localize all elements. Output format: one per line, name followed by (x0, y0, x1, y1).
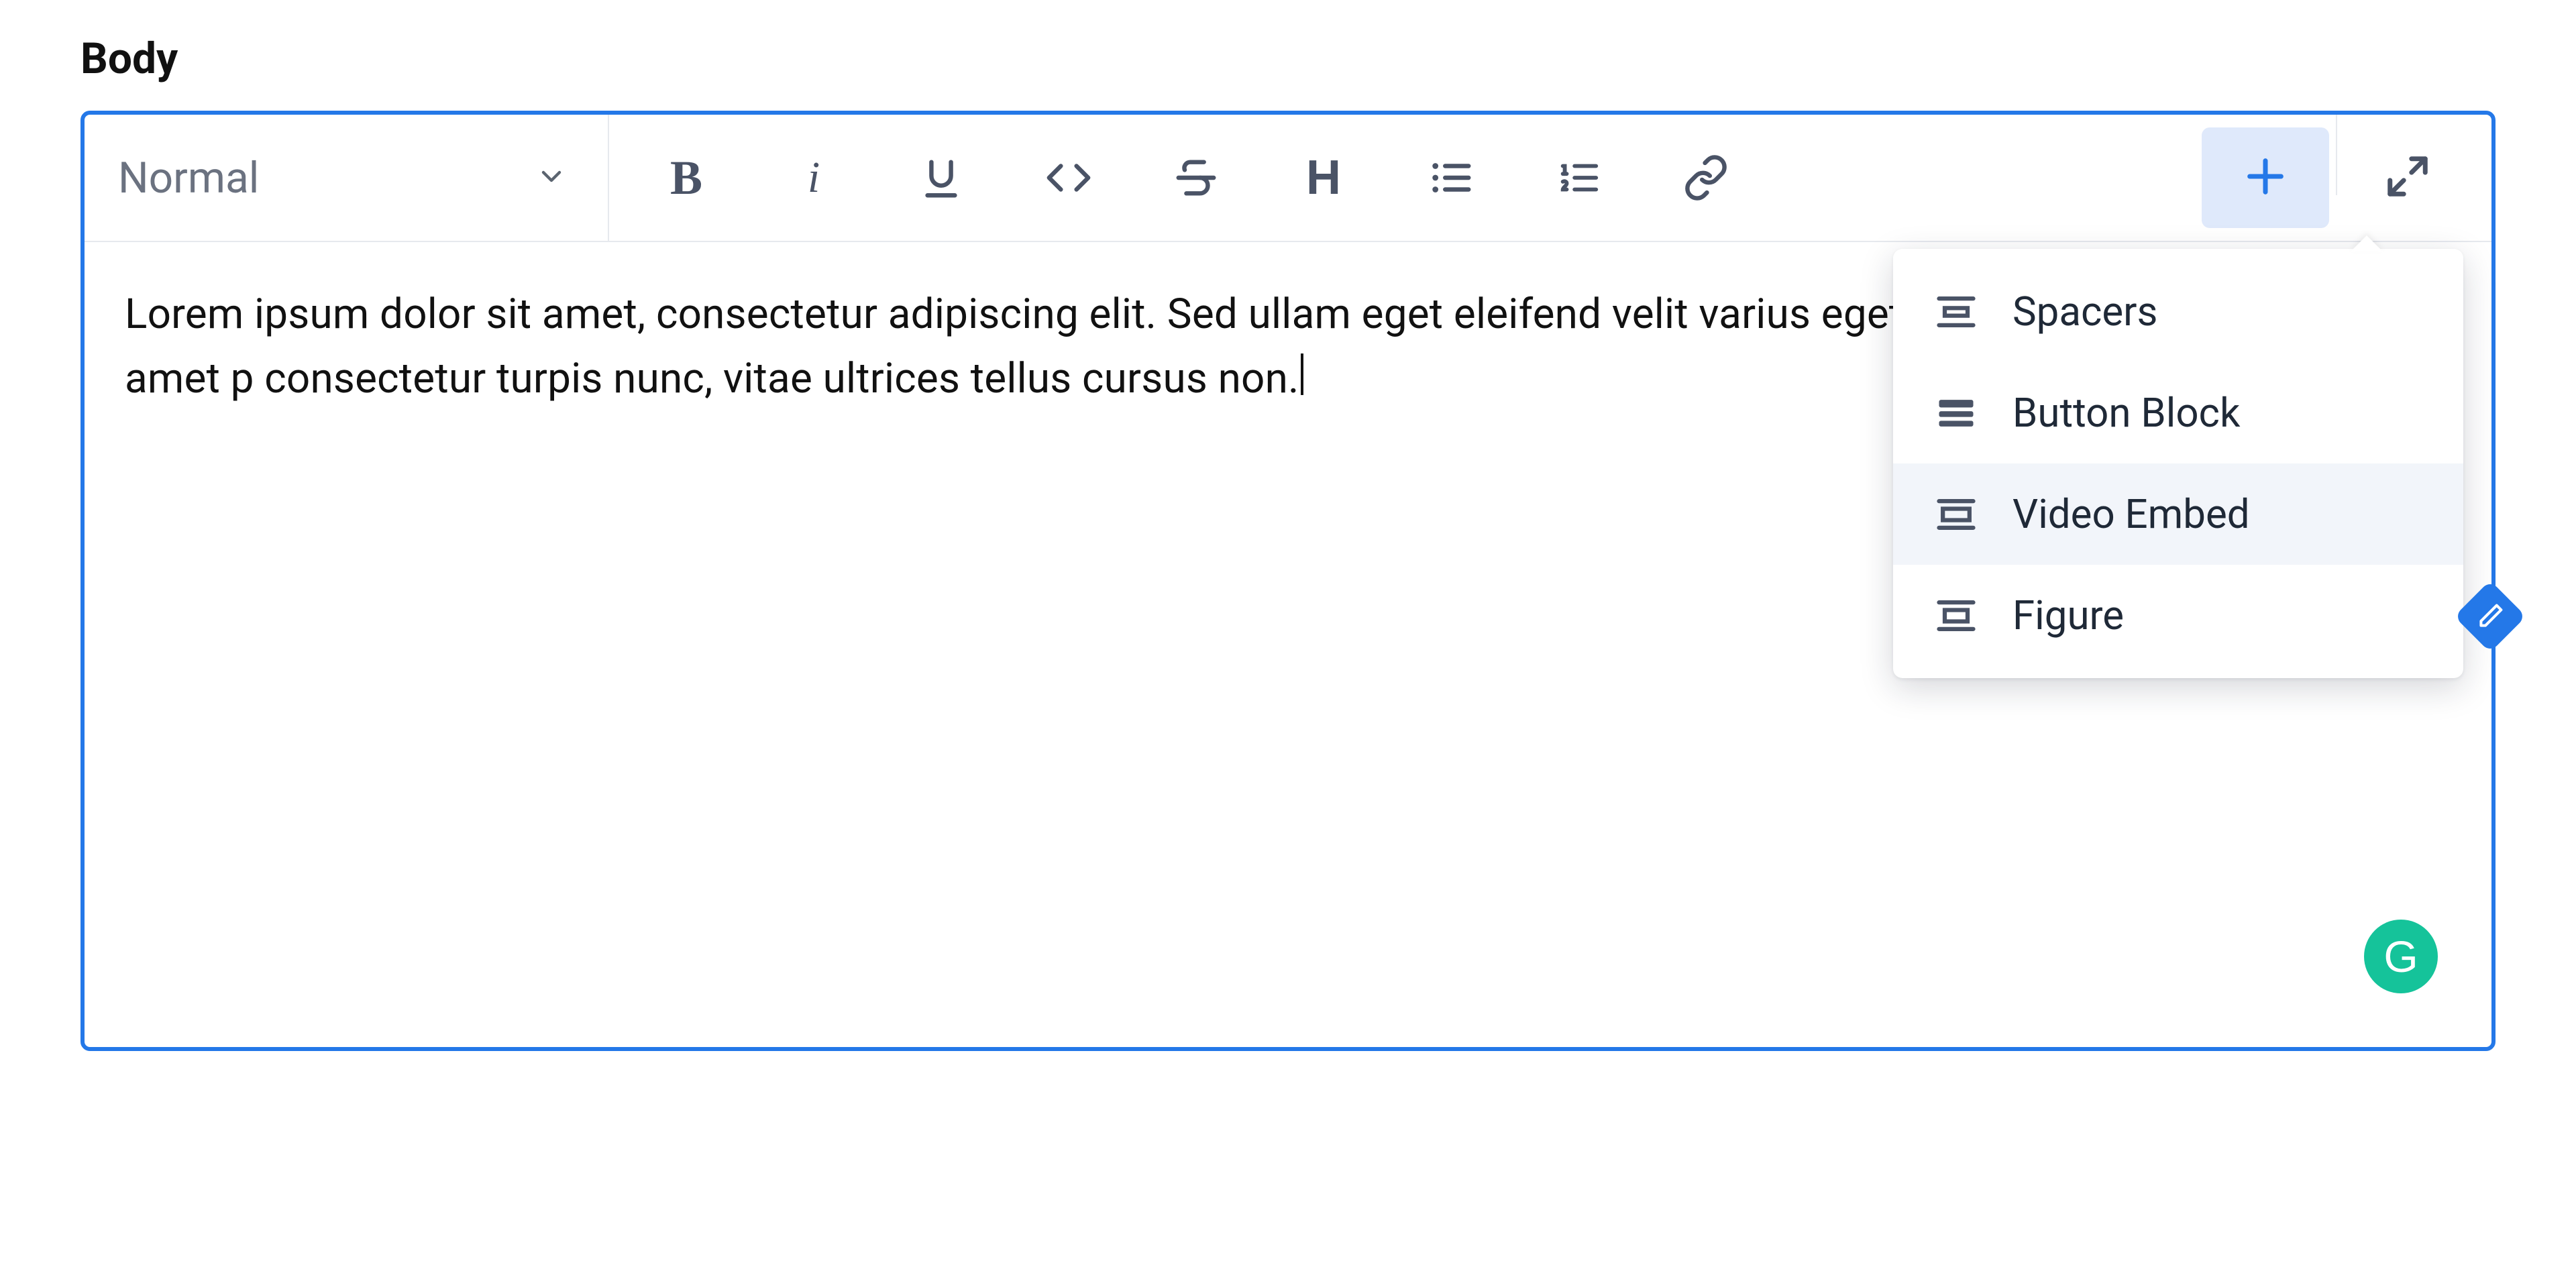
link-button[interactable] (1642, 127, 1770, 228)
pencil-icon (2470, 596, 2510, 636)
toolbar-separator (2336, 115, 2337, 195)
menu-item-label: Spacers (2012, 288, 2157, 335)
menu-item-spacers[interactable]: Spacers (1893, 261, 2463, 362)
strikethrough-button[interactable] (1132, 127, 1260, 228)
rich-text-editor: Normal B i H (80, 111, 2496, 1051)
add-block-menu: Spacers Button Block Video Embed Figure (1893, 249, 2463, 678)
ordered-list-button[interactable] (1515, 127, 1642, 228)
fullscreen-button[interactable] (2344, 127, 2471, 228)
plus-icon (2242, 153, 2289, 203)
toolbar-right-buttons (2182, 115, 2491, 241)
editor-toolbar: Normal B i H (85, 115, 2491, 242)
expand-icon (2384, 153, 2431, 203)
toolbar-format-buttons: B i H (609, 115, 2182, 241)
menu-item-label: Button Block (2012, 389, 2240, 437)
field-label: Body (80, 34, 2496, 84)
paragraph-style-label: Normal (118, 153, 259, 203)
menu-item-button-block[interactable]: Button Block (1893, 362, 2463, 463)
italic-button[interactable]: i (750, 127, 877, 228)
add-block-button[interactable] (2202, 127, 2329, 228)
menu-item-figure[interactable]: Figure (1893, 565, 2463, 666)
paragraph-style-select[interactable]: Normal (85, 115, 608, 241)
chevron-down-icon (535, 160, 568, 195)
bullet-list-button[interactable] (1387, 127, 1515, 228)
menu-item-label: Video Embed (2012, 490, 2250, 538)
button-block-icon (1933, 390, 1979, 436)
grammarly-badge-letter: G (2383, 931, 2418, 982)
code-button[interactable] (1005, 127, 1132, 228)
text-cursor (1301, 353, 1303, 395)
heading-button[interactable]: H (1260, 127, 1387, 228)
menu-item-video-embed[interactable]: Video Embed (1893, 463, 2463, 565)
video-embed-icon (1933, 492, 1979, 537)
bold-button[interactable]: B (623, 127, 750, 228)
underline-button[interactable] (877, 127, 1005, 228)
grammarly-badge[interactable]: G (2364, 920, 2438, 993)
menu-item-label: Figure (2012, 592, 2124, 639)
figure-icon (1933, 593, 1979, 639)
spacers-icon (1933, 289, 1979, 335)
